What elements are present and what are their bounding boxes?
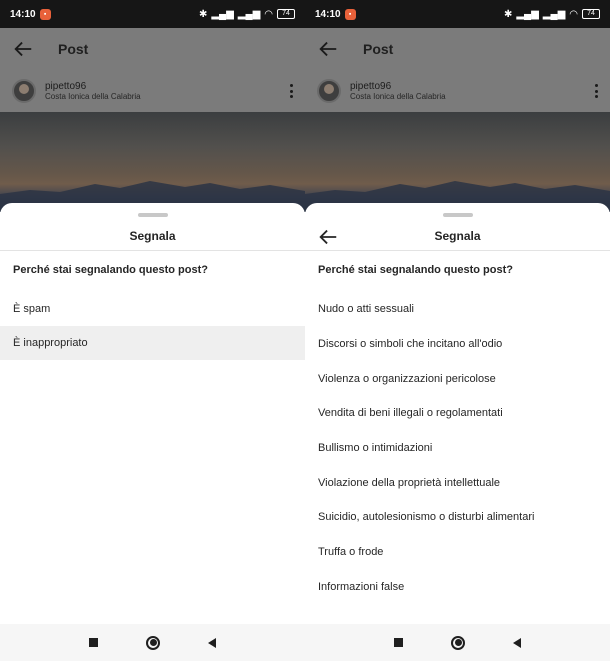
report-question: Perché stai segnalando questo post? [318,264,513,276]
sheet-header: Segnala [305,223,610,251]
avatar[interactable] [317,79,341,103]
screenshot-stage: 14:10 ▪ ✱ ▂▄▆ ▂▄▆ ◠ 74 Post pipetto96 Co… [0,0,610,661]
bluetooth-icon: ✱ [198,8,208,20]
report-sheet: Segnala Perché stai segnalando questo po… [305,203,610,624]
report-option-bullying[interactable]: Bullismo o intimidazioni [305,431,610,465]
signal-icon: ▂▄▆ [211,8,234,20]
triangle-back-icon[interactable] [208,637,216,648]
signal-icon-2: ▂▄▆ [542,8,566,20]
report-question: Perché stai segnalando questo post? [13,264,208,276]
report-option-selected[interactable]: È inappropriato [0,326,305,360]
sheet-title: Segnala [129,229,176,243]
post-username[interactable]: pipetto96 [45,81,141,92]
arrow-left-icon[interactable] [12,38,34,60]
report-option-false-info[interactable]: Informazioni false [305,570,610,604]
system-nav-bar [0,624,305,661]
post-username[interactable]: pipetto96 [350,81,446,92]
post-photo [0,112,305,212]
avatar[interactable] [12,79,36,103]
wifi-icon: ◠ [264,8,273,20]
signal-icon: ▂▄▆ [516,8,539,20]
report-option-nudity[interactable]: Nudo o atti sessuali [305,292,610,326]
more-vertical-icon[interactable] [289,84,293,98]
circle-icon[interactable] [451,635,465,650]
wifi-icon: ◠ [569,8,578,20]
post-location[interactable]: Costa Ionica della Calabria [350,92,446,101]
report-option-illegal-goods[interactable]: Vendita di beni illegali o regolamentati [305,396,610,430]
app-bar: Post [0,28,305,70]
status-bar: 14:10 ▪ ✱ ▂▄▆ ▂▄▆ ◠ 74 [0,0,305,28]
app-bar: Post [305,28,610,70]
sheet-handle[interactable] [443,213,473,217]
report-sheet: Segnala Perché stai segnalando questo po… [0,203,305,624]
notification-app-icon: ▪ [39,8,51,20]
phone-right: 14:10 ▪ ✱ ▂▄▆ ▂▄▆ ◠ 74 Post pipetto96 Co… [305,0,610,661]
bluetooth-icon: ✱ [503,8,513,20]
report-option-violence[interactable]: Violenza o organizzazioni pericolose [305,362,610,396]
sheet-header: Segnala [0,223,305,251]
report-option-self-harm[interactable]: Suicidio, autolesionismo o disturbi alim… [305,500,610,534]
square-icon[interactable] [89,638,98,647]
more-vertical-icon[interactable] [594,84,598,98]
triangle-back-icon[interactable] [513,637,521,648]
post-location[interactable]: Costa Ionica della Calabria [45,92,141,101]
battery-icon: 74 [582,9,600,19]
sheet-title: Segnala [434,229,481,243]
battery-icon: 74 [277,9,295,19]
signal-icon-2: ▂▄▆ [237,8,261,20]
square-icon[interactable] [394,638,403,647]
status-time: 14:10 [10,8,36,20]
phone-left: 14:10 ▪ ✱ ▂▄▆ ▂▄▆ ◠ 74 Post pipetto96 Co… [0,0,305,661]
page-title: Post [58,41,89,57]
report-option-ip-violation[interactable]: Violazione della proprietà intellettuale [305,466,610,500]
arrow-left-icon[interactable] [317,38,339,60]
sheet-handle[interactable] [138,213,168,217]
notification-app-icon: ▪ [344,8,356,20]
circle-icon[interactable] [146,635,160,650]
status-time: 14:10 [315,8,341,20]
system-nav-bar [305,624,610,661]
post-header: pipetto96 Costa Ionica della Calabria [0,70,305,112]
page-title: Post [363,41,394,57]
report-option-scam[interactable]: Truffa o frode [305,535,610,569]
post-photo [305,112,610,212]
status-bar: 14:10 ▪ ✱ ▂▄▆ ▂▄▆ ◠ 74 [305,0,610,28]
report-option-hate-speech[interactable]: Discorsi o simboli che incitano all'odio [305,327,610,361]
report-option[interactable]: È spam [0,292,305,326]
post-header: pipetto96 Costa Ionica della Calabria [305,70,610,112]
